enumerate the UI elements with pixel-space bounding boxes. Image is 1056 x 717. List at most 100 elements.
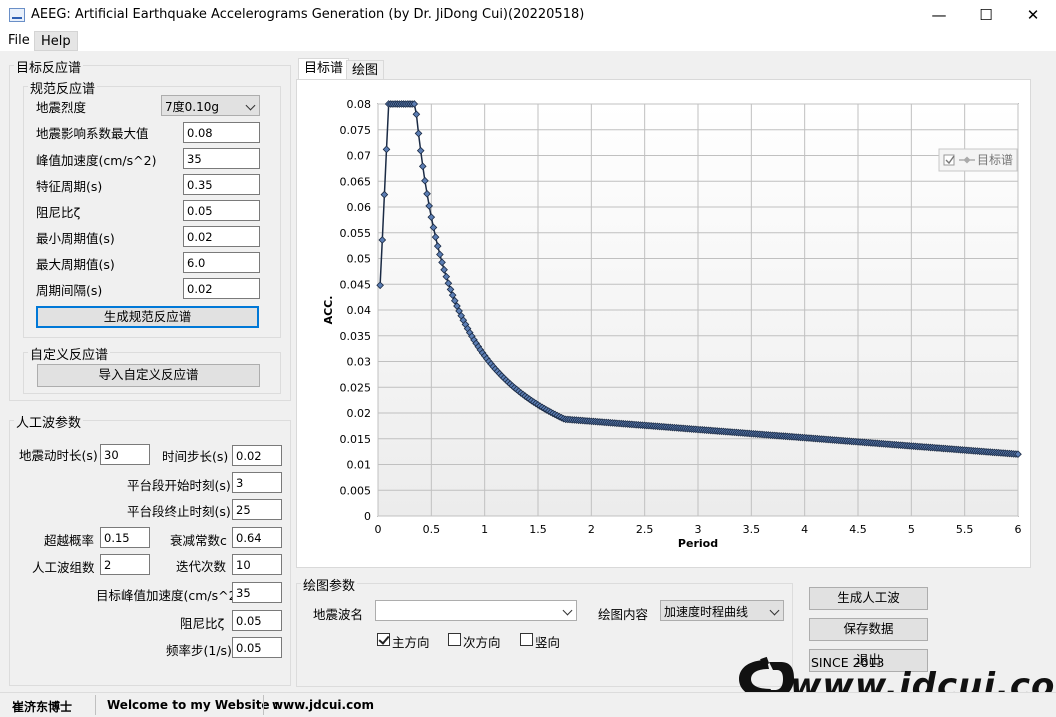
tg-input[interactable]: 0.35 <box>183 174 260 195</box>
intensity-select[interactable]: 7度0.10g <box>161 95 260 116</box>
main-direction-label: 主方向 <box>392 635 430 650</box>
status-bar: 崔济东博士 Welcome to my Website : www.jdcui.… <box>0 692 1056 717</box>
pga-input[interactable]: 35 <box>183 148 260 169</box>
count-input[interactable]: 2 <box>100 554 150 575</box>
intensity-label: 地震烈度 <box>36 100 87 115</box>
y-tick-label: 0.05 <box>347 253 372 266</box>
chart-legend: 目标谱 <box>938 148 1018 172</box>
y-axis-label: ACC. <box>322 296 335 325</box>
y-tick-label: 0.03 <box>347 356 372 369</box>
app-icon <box>9 8 25 22</box>
x-tick-label: 0 <box>375 523 382 536</box>
y-tick-label: 0.01 <box>347 459 372 472</box>
x-tick-label: 5.5 <box>956 523 974 536</box>
y-tick-label: 0.04 <box>347 304 372 317</box>
wave-name-select[interactable] <box>375 600 577 621</box>
sub-direction-checkbox[interactable] <box>448 633 461 646</box>
tg-label: 特征周期(s) <box>36 179 103 194</box>
damping-label: 阻尼比ζ <box>36 205 81 220</box>
content-select[interactable]: 加速度时程曲线 <box>660 600 784 621</box>
y-tick-label: 0.07 <box>347 150 372 163</box>
tmax-label: 最大周期值(s) <box>36 257 115 272</box>
y-tick-label: 0.035 <box>340 330 372 343</box>
minimize-button[interactable]: — <box>916 0 962 31</box>
count-label: 人工波组数 <box>32 560 95 575</box>
generate-spectrum-button[interactable]: 生成规范反应谱 <box>36 306 259 328</box>
maximize-button[interactable]: ☐ <box>963 0 1009 31</box>
dt-label: 时间步长(s) <box>162 449 229 464</box>
iter-label: 迭代次数 <box>176 559 227 574</box>
y-tick-label: 0.005 <box>340 484 372 497</box>
tmax-input[interactable]: 6.0 <box>183 252 260 273</box>
x-tick-label: 4.5 <box>849 523 867 536</box>
sub-direction-label: 次方向 <box>463 635 501 650</box>
status-separator <box>95 695 96 715</box>
chevron-down-icon <box>245 100 256 111</box>
decay-label: 衰减常数c <box>170 533 227 548</box>
import-spectrum-button[interactable]: 导入自定义反应谱 <box>37 364 260 387</box>
alpha-max-label: 地震影响系数最大值 <box>36 126 149 141</box>
content-label: 绘图内容 <box>598 607 649 622</box>
chevron-down-icon <box>562 605 573 616</box>
plot-params-title: 绘图参数 <box>301 575 358 594</box>
close-button[interactable]: ✕ <box>1010 0 1056 31</box>
x-tick-label: 6 <box>1015 523 1022 536</box>
target-pga-label: 目标峰值加速度(cm/s^2) <box>96 588 242 603</box>
tmin-label: 最小周期值(s) <box>36 231 115 246</box>
code-spectrum-title: 规范反应谱 <box>28 78 98 97</box>
wave-damping-label: 阻尼比ζ <box>180 616 225 631</box>
plateau-start-label: 平台段开始时刻(s) <box>127 478 231 493</box>
menu-help[interactable]: Help <box>34 31 78 51</box>
tab-page: 0 0.5 1 1.5 2 2.5 3 3.5 4 4.5 5 5.5 6 0 0.005 0.01 0.015… <box>296 79 1031 568</box>
save-data-button[interactable]: 保存数据 <box>809 618 928 641</box>
x-tick-label: 1 <box>481 523 488 536</box>
x-tick-label: 2.5 <box>636 523 654 536</box>
spectrum-chart: 0 0.5 1 1.5 2 2.5 3 3.5 4 4.5 5 5.5 6 0 0.005 0.01 0.015… <box>322 98 1022 550</box>
plateau-end-label: 平台段终止时刻(s) <box>127 504 231 519</box>
chevron-down-icon <box>769 605 780 616</box>
tstep-input[interactable]: 0.02 <box>183 278 260 299</box>
y-tick-label: 0.055 <box>340 227 372 240</box>
plateau-start-input[interactable]: 3 <box>232 472 282 493</box>
alpha-max-input[interactable]: 0.08 <box>183 122 260 143</box>
y-tick-label: 0 <box>364 510 371 523</box>
x-tick-label: 1.5 <box>529 523 547 536</box>
x-tick-label: 3.5 <box>743 523 761 536</box>
custom-spectrum-title: 自定义反应谱 <box>28 344 111 363</box>
content-value: 加速度时程曲线 <box>664 605 749 619</box>
y-tick-label: 0.015 <box>340 433 372 446</box>
x-tick-label: 3 <box>695 523 702 536</box>
vertical-label: 竖向 <box>535 635 561 650</box>
wave-damping-input[interactable]: 0.05 <box>232 610 282 631</box>
status-website-link[interactable]: www.jdcui.com <box>272 698 374 712</box>
exceed-input[interactable]: 0.15 <box>100 527 150 548</box>
tmin-input[interactable]: 0.02 <box>183 226 260 247</box>
y-tick-label: 0.065 <box>340 175 372 188</box>
freq-step-label: 频率步(1/s) <box>166 643 232 658</box>
tstep-label: 周期间隔(s) <box>36 283 103 298</box>
menu-file[interactable]: File <box>2 31 36 51</box>
tab-plot[interactable]: 绘图 <box>346 60 385 81</box>
exceed-label: 超越概率 <box>44 533 95 548</box>
y-tick-label: 0.045 <box>340 278 372 291</box>
y-tick-label: 0.08 <box>347 98 372 111</box>
iter-input[interactable]: 10 <box>232 554 282 575</box>
generate-wave-button[interactable]: 生成人工波 <box>809 587 928 610</box>
duration-input[interactable]: 30 <box>100 444 150 465</box>
y-tick-label: 0.02 <box>347 407 372 420</box>
x-tick-label: 2 <box>588 523 595 536</box>
plateau-end-input[interactable]: 25 <box>232 499 282 520</box>
target-pga-input[interactable]: 35 <box>232 582 282 603</box>
vertical-checkbox[interactable] <box>520 633 533 646</box>
status-author: 崔济东博士 <box>12 700 73 714</box>
main-direction-checkbox[interactable] <box>377 633 390 646</box>
freq-step-input[interactable]: 0.05 <box>232 637 282 658</box>
x-axis-label: Period <box>678 537 718 550</box>
dt-input[interactable]: 0.02 <box>232 445 282 466</box>
wave-name-label: 地震波名 <box>313 607 364 622</box>
damping-input[interactable]: 0.05 <box>183 200 260 221</box>
legend-label: 目标谱 <box>977 153 1013 167</box>
decay-input[interactable]: 0.64 <box>232 527 282 548</box>
tab-target-spectrum[interactable]: 目标谱 <box>298 58 350 81</box>
status-welcome: Welcome to my Website : <box>107 698 279 712</box>
